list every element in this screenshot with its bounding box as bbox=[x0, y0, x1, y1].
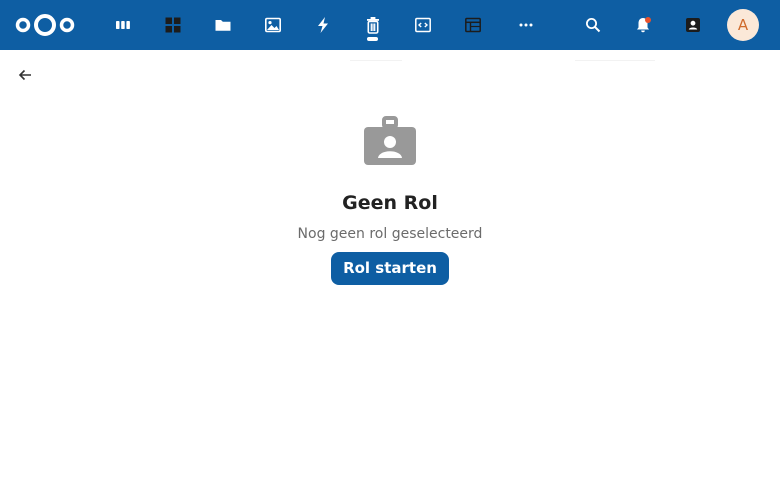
arrow-left-icon bbox=[18, 69, 31, 81]
dashboard-grid-icon bbox=[165, 17, 181, 33]
app-photos[interactable] bbox=[261, 13, 285, 37]
empty-state-description: Nog geen rol geselecteerd bbox=[297, 226, 483, 242]
stack-icon bbox=[116, 21, 130, 29]
notifications-button[interactable] bbox=[631, 13, 655, 37]
nextcloud-logo-icon[interactable] bbox=[14, 11, 76, 39]
code-window-icon bbox=[415, 17, 431, 33]
app-stack[interactable] bbox=[111, 13, 135, 37]
image-icon bbox=[264, 17, 281, 33]
id-badge-icon bbox=[364, 116, 416, 165]
divider bbox=[350, 60, 402, 61]
notification-dot bbox=[645, 17, 651, 23]
trash-icon bbox=[367, 17, 379, 34]
app-code[interactable] bbox=[411, 13, 435, 37]
search-button[interactable] bbox=[581, 13, 605, 37]
divider bbox=[575, 60, 655, 61]
more-dots-icon bbox=[519, 23, 533, 27]
back-button[interactable] bbox=[14, 64, 36, 86]
folder-icon bbox=[215, 20, 231, 31]
active-app-indicator bbox=[367, 37, 378, 41]
app-activity[interactable] bbox=[311, 13, 335, 37]
more-apps-button[interactable] bbox=[514, 13, 538, 37]
contacts-button[interactable] bbox=[681, 13, 705, 37]
start-role-button[interactable]: Rol starten bbox=[331, 252, 449, 285]
search-icon bbox=[586, 18, 601, 33]
app-files[interactable] bbox=[211, 13, 235, 37]
empty-state-title: Geen Rol bbox=[342, 192, 438, 214]
app-trash[interactable] bbox=[361, 13, 385, 37]
app-tables[interactable] bbox=[461, 13, 485, 37]
app-dashboard[interactable] bbox=[161, 13, 185, 37]
empty-state: Geen Rol Nog geen rol geselecteerd Rol s… bbox=[0, 115, 780, 285]
table-icon bbox=[465, 17, 481, 33]
lightning-icon bbox=[318, 17, 328, 33]
contacts-icon bbox=[686, 18, 700, 32]
top-navigation-bar: A bbox=[0, 0, 780, 50]
user-avatar[interactable]: A bbox=[727, 9, 759, 41]
